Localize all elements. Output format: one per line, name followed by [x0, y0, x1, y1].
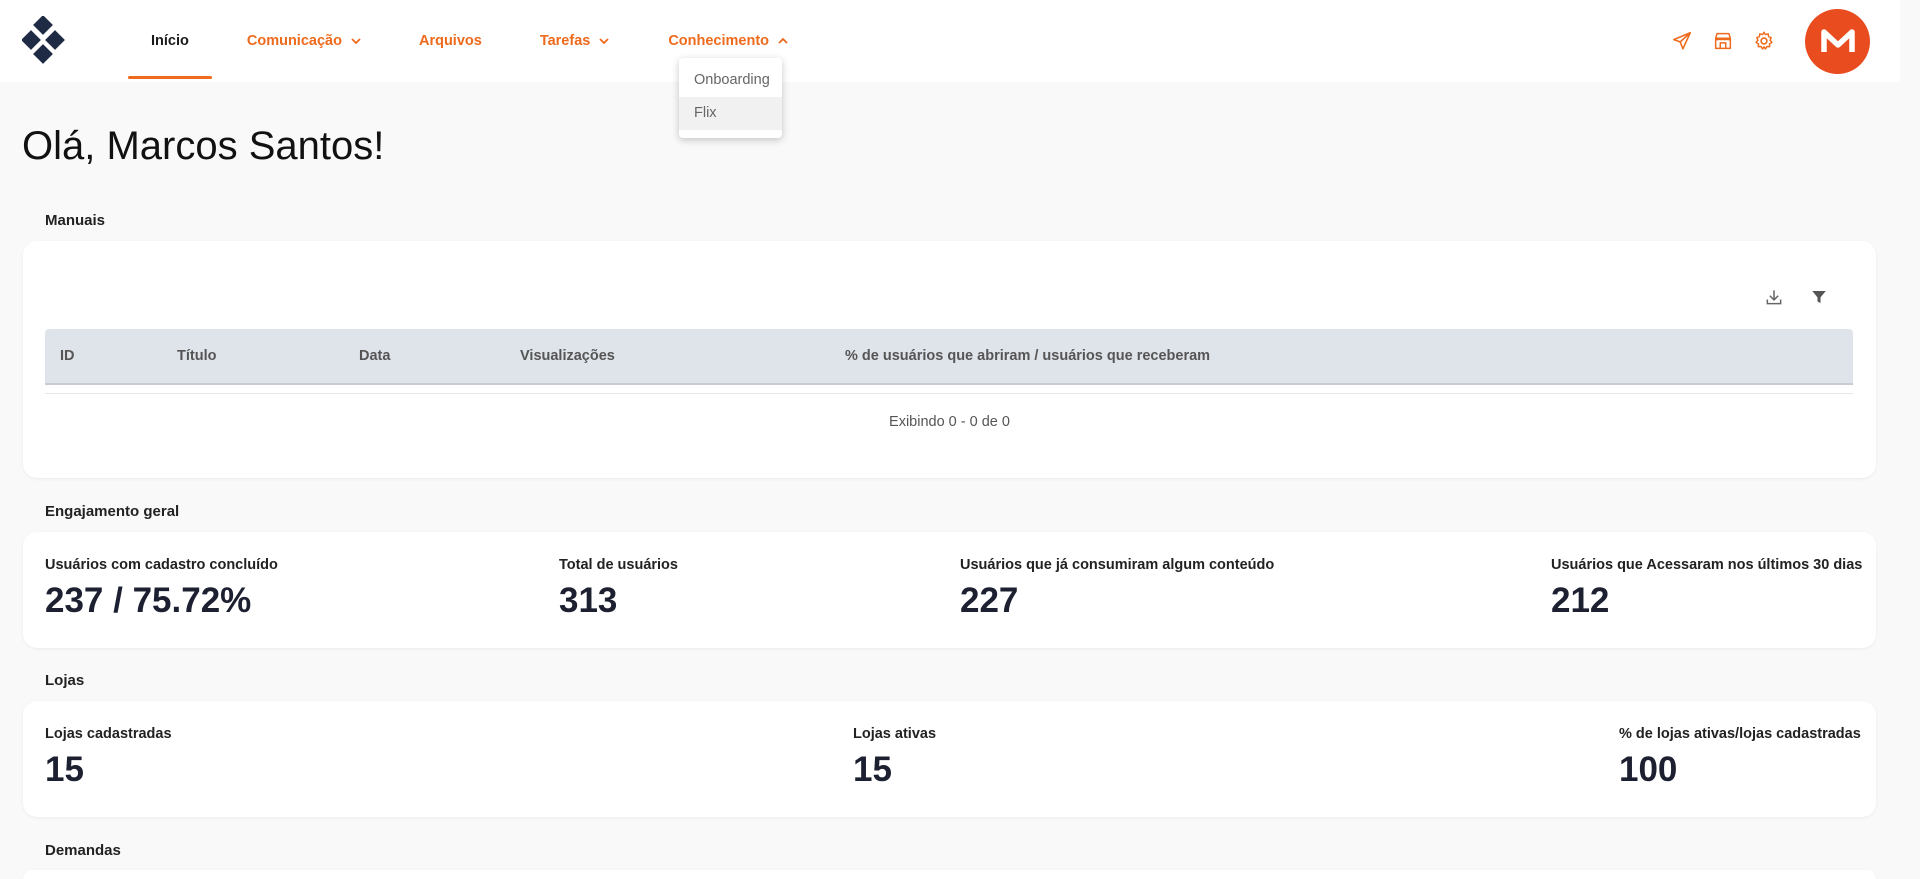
- manuals-card: ID Título Data Visualizações % de usuári…: [23, 241, 1876, 478]
- stat-label: Total de usuários: [559, 557, 678, 573]
- chevron-down-icon: [351, 38, 361, 45]
- stat-value: 237 / 75.72%: [45, 581, 252, 620]
- stat-cadastro-concluido: Usuários com cadastro concluído 237 / 75…: [45, 557, 278, 621]
- stat-value: 212: [1551, 581, 1610, 620]
- stat-label: Usuários que já consumiram algum conteúd…: [960, 557, 1275, 573]
- nav-actions: [1670, 0, 1900, 82]
- engagement-card: Usuários com cadastro concluído 237 / 75…: [23, 532, 1876, 648]
- section-title-engajamento: Engajamento geral: [45, 503, 180, 520]
- stat-label: Usuários com cadastro concluído: [45, 557, 278, 573]
- table-header: ID Título Data Visualizações % de usuári…: [45, 329, 1853, 385]
- stat-total-usuarios: Total de usuários 313: [559, 557, 678, 621]
- filter-icon[interactable]: [1807, 285, 1831, 309]
- column-header-data[interactable]: Data: [359, 329, 390, 383]
- demands-card: [23, 870, 1876, 879]
- nav-item-arquivos[interactable]: Arquivos: [385, 0, 505, 82]
- section-title-demandas: Demandas: [45, 842, 121, 859]
- stores-card: Lojas cadastradas 15 Lojas ativas 15 % d…: [23, 701, 1876, 817]
- stat-lojas-ativas: Lojas ativas 15: [853, 726, 936, 790]
- gear-icon[interactable]: [1752, 29, 1776, 53]
- stat-percent-lojas-ativas: % de lojas ativas/lojas cadastradas 100: [1619, 726, 1861, 790]
- stat-value: 15: [853, 750, 892, 789]
- column-header-visualizacoes[interactable]: Visualizações: [520, 329, 615, 383]
- download-icon[interactable]: [1762, 285, 1786, 309]
- conhecimento-dropdown-menu: Onboarding Flix: [679, 58, 782, 138]
- stat-value: 313: [559, 581, 618, 620]
- nav-item-label: Tarefas: [539, 33, 591, 49]
- user-avatar[interactable]: [1805, 8, 1870, 74]
- avatar-letter-m-icon: [1820, 29, 1855, 52]
- store-icon[interactable]: [1711, 29, 1735, 53]
- brand-logo-icon[interactable]: [21, 15, 70, 64]
- section-title-manuais: Manuais: [45, 212, 106, 229]
- dropdown-item-onboarding[interactable]: Onboarding: [679, 64, 782, 97]
- nav-item-tarefas[interactable]: Tarefas: [505, 0, 634, 82]
- page-title: Olá, Marcos Santos!: [22, 124, 385, 168]
- chevron-up-icon: [778, 37, 788, 44]
- column-header-id[interactable]: ID: [60, 329, 75, 383]
- nav-item-comunicacao[interactable]: Comunicação: [212, 0, 385, 82]
- stat-label: Lojas cadastradas: [45, 726, 172, 742]
- column-header-titulo[interactable]: Título: [177, 329, 216, 383]
- pagination-info: Exibindo 0 - 0 de 0: [889, 414, 1010, 430]
- table-divider: [45, 393, 1853, 394]
- stat-consumiram-conteudo: Usuários que já consumiram algum conteúd…: [960, 557, 1274, 621]
- nav-item-label: Comunicação: [246, 33, 342, 49]
- stat-lojas-cadastradas: Lojas cadastradas 15: [45, 726, 172, 790]
- top-navbar: Início Comunicação Arquivos Tarefas Conh…: [0, 0, 1900, 82]
- stat-label: % de lojas ativas/lojas cadastradas: [1619, 726, 1861, 742]
- nav-item-inicio[interactable]: Início: [128, 0, 212, 82]
- nav-item-label: Início: [151, 33, 189, 49]
- dropdown-item-flix[interactable]: Flix: [679, 97, 782, 130]
- stat-label: Lojas ativas: [853, 726, 937, 742]
- stat-value: 100: [1619, 750, 1678, 789]
- section-title-lojas: Lojas: [45, 672, 85, 689]
- send-icon[interactable]: [1670, 29, 1694, 53]
- nav-item-label: Conhecimento: [668, 33, 770, 49]
- stat-acessaram-30-dias: Usuários que Acessaram nos últimos 30 di…: [1551, 557, 1862, 621]
- nav-item-label: Arquivos: [418, 33, 482, 49]
- stat-value: 227: [960, 581, 1019, 620]
- column-header-percent-opened[interactable]: % de usuários que abriram / usuários que…: [845, 329, 1210, 383]
- stat-value: 15: [45, 750, 84, 789]
- stat-label: Usuários que Acessaram nos últimos 30 di…: [1551, 557, 1863, 573]
- chevron-down-icon: [599, 38, 609, 45]
